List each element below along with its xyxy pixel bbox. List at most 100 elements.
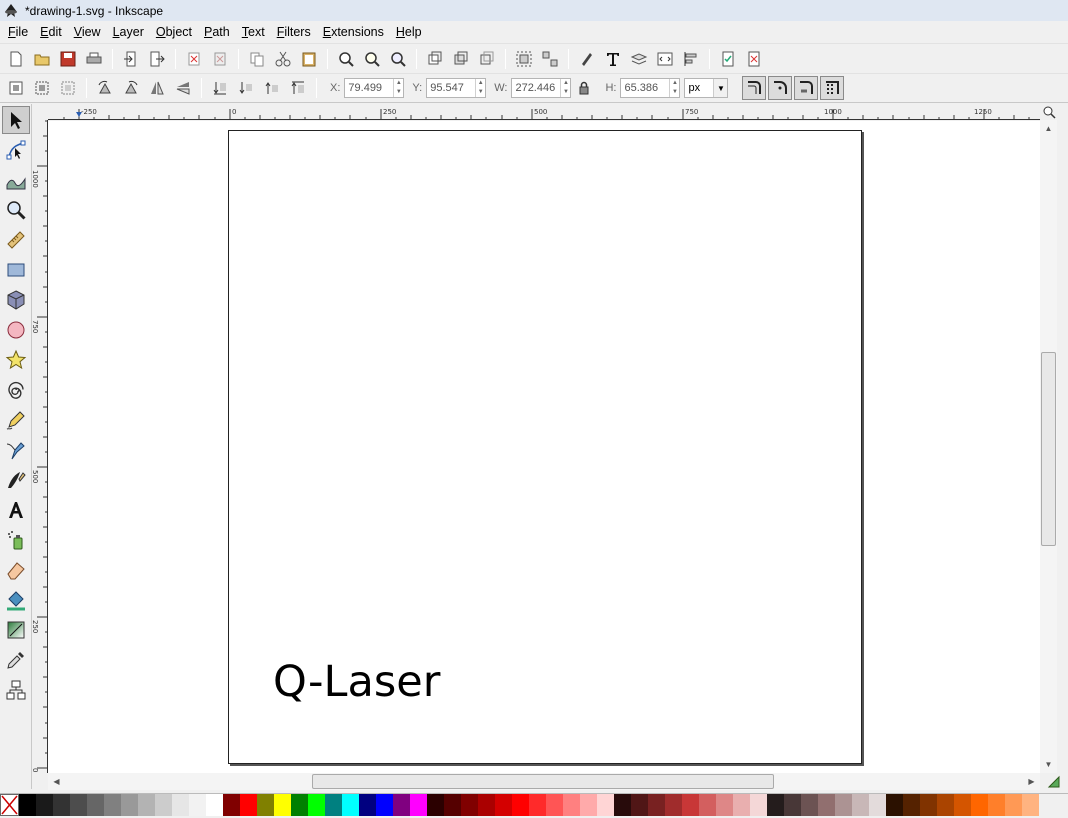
color-swatch[interactable] (869, 794, 886, 816)
color-swatch[interactable] (631, 794, 648, 816)
horizontal-scroll-thumb[interactable] (312, 774, 774, 789)
color-swatch[interactable] (87, 794, 104, 816)
color-swatch[interactable] (801, 794, 818, 816)
color-swatch[interactable] (444, 794, 461, 816)
color-swatch[interactable] (1022, 794, 1039, 816)
canvas-text-object[interactable]: Q-Laser (273, 657, 440, 707)
color-swatch[interactable] (393, 794, 410, 816)
rotate-cw-button[interactable] (119, 76, 143, 100)
color-swatch[interactable] (546, 794, 563, 816)
paint-bucket-tool[interactable] (2, 586, 30, 614)
dropper-tool[interactable] (2, 646, 30, 674)
spray-tool[interactable] (2, 526, 30, 554)
y-spinbox[interactable]: 95.547 ▲ ▼ (426, 78, 487, 98)
color-swatch[interactable] (512, 794, 529, 816)
pencil-tool[interactable] (2, 406, 30, 434)
color-swatch[interactable] (308, 794, 325, 816)
transform-gradients-toggle[interactable] (794, 76, 819, 100)
color-swatch[interactable] (971, 794, 988, 816)
document-properties-button[interactable] (716, 47, 740, 71)
color-swatch[interactable] (189, 794, 206, 816)
fill-stroke-button[interactable] (575, 47, 599, 71)
menu-view[interactable]: View (68, 21, 107, 43)
color-swatch[interactable] (104, 794, 121, 816)
color-swatch[interactable] (274, 794, 291, 816)
paste-button[interactable] (297, 47, 321, 71)
drawing-canvas[interactable]: Q-Laser (48, 121, 1040, 773)
x-spinbox[interactable]: 79.499 ▲ ▼ (344, 78, 405, 98)
ellipse-tool[interactable] (2, 316, 30, 344)
scroll-left-arrow[interactable]: ◀ (48, 773, 65, 790)
page-area[interactable]: Q-Laser (228, 130, 862, 764)
redo-button[interactable] (208, 47, 232, 71)
menu-layer[interactable]: Layer (107, 21, 150, 43)
color-swatch[interactable] (903, 794, 920, 816)
color-swatch[interactable] (1005, 794, 1022, 816)
color-swatch[interactable] (750, 794, 767, 816)
eraser-tool[interactable] (2, 556, 30, 584)
pen-tool[interactable] (2, 436, 30, 464)
text-tool[interactable] (2, 496, 30, 524)
color-swatch[interactable] (206, 794, 223, 816)
raise-button[interactable] (260, 76, 284, 100)
layers-button[interactable] (627, 47, 651, 71)
star-tool[interactable] (2, 346, 30, 374)
h-spinbox[interactable]: 65.386 ▲ ▼ (620, 78, 681, 98)
new-document-button[interactable] (4, 47, 28, 71)
color-swatch[interactable] (852, 794, 869, 816)
export-button[interactable] (145, 47, 169, 71)
color-swatch[interactable] (172, 794, 189, 816)
color-swatch[interactable] (716, 794, 733, 816)
unlink-clone-button[interactable] (475, 47, 499, 71)
color-swatch[interactable] (53, 794, 70, 816)
xml-editor-button[interactable] (653, 47, 677, 71)
flip-vertical-button[interactable] (171, 76, 195, 100)
lower-to-bottom-button[interactable] (208, 76, 232, 100)
clone-button[interactable] (449, 47, 473, 71)
h-value[interactable]: 65.386 (621, 79, 669, 97)
raise-to-top-button[interactable] (286, 76, 310, 100)
menu-help[interactable]: Help (390, 21, 428, 43)
gradient-tool[interactable] (2, 616, 30, 644)
copy-button[interactable] (245, 47, 269, 71)
text-font-button[interactable] (601, 47, 625, 71)
3d-box-tool[interactable] (2, 286, 30, 314)
open-button[interactable] (30, 47, 54, 71)
menu-extensions[interactable]: Extensions (317, 21, 390, 43)
measure-tool[interactable] (2, 226, 30, 254)
w-spinbox[interactable]: 272.446 ▲ ▼ (511, 78, 572, 98)
color-swatch[interactable] (835, 794, 852, 816)
color-swatch[interactable] (597, 794, 614, 816)
vertical-ruler[interactable]: 1000 750 500 250 0 (31, 120, 48, 773)
w-spin-arrows[interactable]: ▲ ▼ (560, 79, 570, 97)
scroll-up-arrow[interactable]: ▲ (1040, 120, 1057, 137)
deselect-button[interactable] (56, 76, 80, 100)
group-button[interactable] (512, 47, 536, 71)
color-swatch[interactable] (614, 794, 631, 816)
color-swatch[interactable] (155, 794, 172, 816)
color-swatch[interactable] (495, 794, 512, 816)
color-swatch[interactable] (291, 794, 308, 816)
lock-ratio-button[interactable] (572, 76, 596, 100)
no-paint-swatch[interactable] (0, 794, 19, 816)
import-button[interactable] (119, 47, 143, 71)
zoom-tool[interactable] (2, 196, 30, 224)
color-swatch[interactable] (665, 794, 682, 816)
color-swatch[interactable] (427, 794, 444, 816)
color-swatch[interactable] (699, 794, 716, 816)
y-value[interactable]: 95.547 (427, 79, 475, 97)
scale-stroke-toggle[interactable] (742, 76, 767, 100)
zoom-selection-button[interactable] (334, 47, 358, 71)
x-spin-arrows[interactable]: ▲ ▼ (393, 79, 403, 97)
color-swatch[interactable] (937, 794, 954, 816)
zoom-page-button[interactable] (386, 47, 410, 71)
color-swatch[interactable] (767, 794, 784, 816)
color-swatch[interactable] (478, 794, 495, 816)
color-swatch[interactable] (359, 794, 376, 816)
color-swatch[interactable] (580, 794, 597, 816)
color-swatch[interactable] (376, 794, 393, 816)
ungroup-button[interactable] (538, 47, 562, 71)
transform-patterns-toggle[interactable] (820, 76, 845, 100)
color-swatch[interactable] (19, 794, 36, 816)
horizontal-ruler[interactable]: -250 0 250 500 750 1000 1250 (48, 104, 1040, 120)
